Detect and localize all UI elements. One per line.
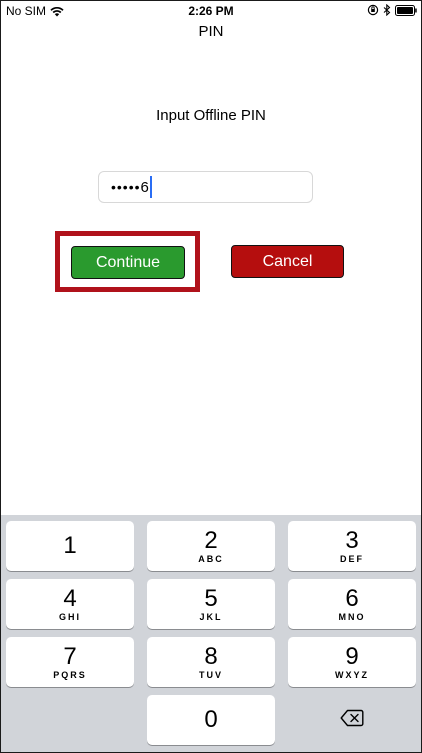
key-digit: 8 bbox=[204, 643, 218, 670]
pin-masked-digits: ••••• bbox=[111, 179, 141, 195]
key-digit: 7 bbox=[63, 643, 77, 670]
key-letters: GHI bbox=[58, 612, 81, 622]
pin-prompt: Input Offline PIN bbox=[156, 107, 266, 124]
key-5[interactable]: 5 JKL bbox=[147, 579, 275, 629]
key-letters: DEF bbox=[340, 554, 364, 564]
continue-button[interactable]: Continue bbox=[71, 246, 185, 279]
pin-last-digit: 6 bbox=[140, 178, 149, 196]
cancel-button[interactable]: Cancel bbox=[231, 245, 344, 278]
numeric-keypad: 1 2 ABC 3 DEF 4 GHI 5 JKL 6 MNO 7 PQRS 8… bbox=[1, 515, 421, 752]
key-letters: PQRS bbox=[53, 670, 87, 680]
key-digit: 9 bbox=[345, 643, 359, 670]
key-0[interactable]: 0 bbox=[147, 695, 275, 745]
text-caret bbox=[149, 176, 152, 198]
battery-icon bbox=[395, 4, 417, 16]
backspace-icon bbox=[340, 709, 364, 732]
key-digit: 1 bbox=[63, 532, 77, 559]
key-letters: JKL bbox=[199, 612, 223, 622]
key-digit: 3 bbox=[345, 527, 359, 554]
key-letters: TUV bbox=[199, 670, 223, 680]
key-letters: MNO bbox=[338, 612, 366, 622]
status-bar: No SIM 2:26 PM bbox=[1, 1, 421, 21]
orientation-lock-icon bbox=[367, 4, 379, 16]
key-digit: 0 bbox=[204, 706, 218, 733]
key-digit: 5 bbox=[204, 585, 218, 612]
status-time: 2:26 PM bbox=[188, 4, 234, 18]
key-2[interactable]: 2 ABC bbox=[147, 521, 275, 571]
key-digit: 6 bbox=[345, 585, 359, 612]
key-8[interactable]: 8 TUV bbox=[147, 637, 275, 687]
status-icons bbox=[367, 4, 417, 16]
bluetooth-icon bbox=[383, 4, 391, 16]
key-4[interactable]: 4 GHI bbox=[6, 579, 134, 629]
phone-screen: No SIM 2:26 PM PIN Input Offline PIN •••… bbox=[0, 0, 422, 753]
key-digit: 4 bbox=[63, 585, 77, 612]
key-7[interactable]: 7 PQRS bbox=[6, 637, 134, 687]
key-9[interactable]: 9 WXYZ bbox=[288, 637, 416, 687]
key-letters: WXYZ bbox=[335, 670, 369, 680]
page-title: PIN bbox=[198, 23, 224, 40]
key-letters: ABC bbox=[198, 554, 224, 564]
key-6[interactable]: 6 MNO bbox=[288, 579, 416, 629]
pin-input[interactable]: ••••• 6 bbox=[98, 171, 313, 203]
delete-key[interactable] bbox=[288, 695, 416, 745]
key-digit: 2 bbox=[204, 527, 218, 554]
key-1[interactable]: 1 bbox=[6, 521, 134, 571]
key-3[interactable]: 3 DEF bbox=[288, 521, 416, 571]
